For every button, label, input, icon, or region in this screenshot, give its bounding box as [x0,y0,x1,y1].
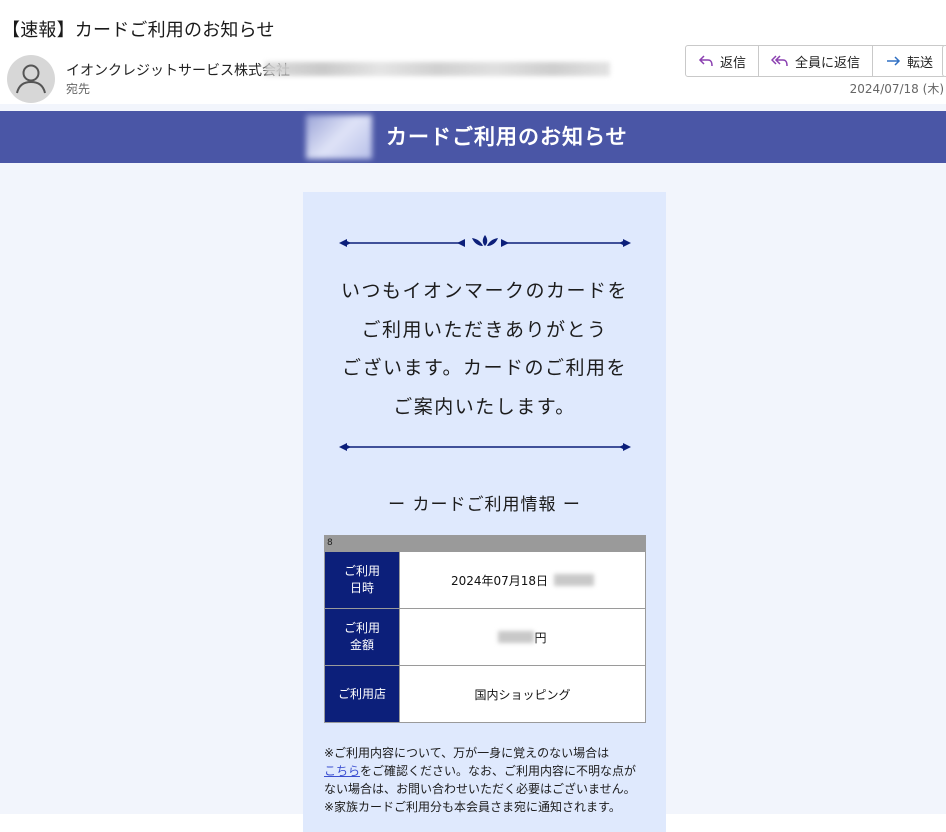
header-banner: カードご利用のお知らせ [0,111,946,163]
row-label-line: ご利用店 [337,686,386,701]
email-date: 2024/07/18 (木) [849,82,944,96]
redacted-amount [498,631,535,643]
ornament-divider-bottom [339,443,631,451]
usage-amount-value: 円 [400,609,645,665]
notice-card: いつもイオンマークのカードを ご利用いただきありがとう ございます。カードのご利… [303,192,666,832]
row-label-line: 金額 [349,638,374,652]
banner-title: カードご利用のお知らせ [386,125,628,149]
intro-line: ご利用いただきありがとう [361,318,608,341]
row-label: ご利用 日時 [325,552,400,608]
usage-store-text: 国内ショッピング [474,687,571,702]
usage-datetime-value: 2024年07月18日 [400,552,645,608]
notes-line: ※ご利用内容について、万が一身に覚えのない場合は [324,746,610,760]
reply-button[interactable]: 返信 [686,46,759,76]
row-label: ご利用 金額 [325,609,400,665]
intro-message: いつもイオンマークのカードを ご利用いただきありがとう ございます。カードのご利… [303,272,666,426]
confirm-link[interactable]: こちら [324,764,360,778]
email-subject: 【速報】カードご利用のお知らせ [2,20,275,41]
reply-icon [698,54,714,68]
row-label: ご利用店 [325,666,400,722]
email-body: カードご利用のお知らせ いつもイオンマークのカードを ご利用いただきありがとう … [0,104,946,832]
sender-name[interactable]: イオンクレジットサービス株式会社 [66,60,290,80]
reply-label: 返信 [720,55,747,71]
reply-all-icon [771,54,789,68]
intro-line: ご案内いたします。 [393,395,576,418]
notes-text: をご確認ください。なお、ご利用内容に不明な点が [360,764,637,778]
forward-icon [885,54,901,68]
row-label-line: ご利用 [343,621,380,635]
redacted-time [554,574,595,586]
usage-store-value: 国内ショッピング [400,666,645,722]
mail-action-group: 返信 全員に返信 転送 [685,45,946,77]
usage-date-text: 2024年07月18日 [450,573,549,588]
notice-notes: ※ご利用内容について、万が一身に覚えのない場合は こちらをご確認ください。なお、… [324,744,654,816]
brand-logo-redacted [306,115,372,159]
forward-button[interactable]: 転送 [873,46,945,76]
notes-line: ※家族カードご利用分も本会員さま宛に通知されます。 [324,800,621,814]
sender-avatar-icon[interactable] [7,55,55,103]
intro-line: いつもイオンマークのカードを [340,280,628,302]
amount-unit: 円 [534,630,547,645]
table-row: ご利用 日時 2024年07月18日 [325,551,645,608]
notes-line: ない場合は、お問い合わせいただく必要はございません。 [324,782,636,796]
sender-email-redacted [265,62,610,76]
row-label-line: 日時 [349,581,374,595]
usage-info-table: 8 ご利用 日時 2024年07月18日 ご利用 金額 円 ご利用店 国内ショッ… [324,535,646,723]
reply-all-label: 全員に返信 [795,55,861,71]
row-label-line: ご利用 [343,564,380,578]
notes-line: こちらをご確認ください。なお、ご利用内容に不明な点が [324,762,654,780]
forward-label: 転送 [907,55,934,71]
ornament-divider-top [339,235,631,247]
section-title: ー カードご利用情報 ー [388,495,581,515]
table-row: ご利用 金額 円 [325,608,645,665]
table-row: ご利用店 国内ショッピング [325,665,645,722]
more-actions-button[interactable] [942,45,946,77]
recipient-label[interactable]: 宛先 [66,80,90,97]
intro-line: ございます。カードのご利用を [341,357,628,379]
reply-all-button[interactable]: 全員に返信 [759,46,873,76]
table-header-bar: 8 [325,536,645,551]
